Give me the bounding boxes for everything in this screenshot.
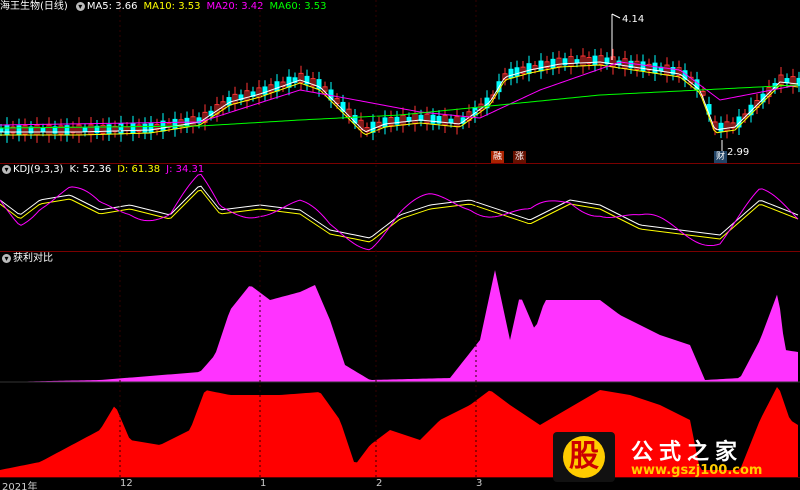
candle-body [172, 118, 178, 130]
candle-body [514, 67, 520, 77]
watermark-logo: 股 公式之家 www.gszj100.com [553, 432, 796, 482]
candle-body [142, 123, 148, 133]
candle-body [574, 59, 580, 64]
margin-tag[interactable]: 融 [491, 151, 505, 163]
candle-body [652, 62, 658, 74]
candle-body [550, 58, 556, 69]
chart-canvas[interactable] [0, 0, 800, 490]
candle-body [148, 123, 154, 133]
time-label: 3 [476, 478, 483, 489]
rise-tag[interactable]: 涨 [513, 151, 527, 163]
time-label: 2 [376, 478, 383, 489]
chart-window: { "header": { "stock_name": "海王生物(日线)", … [0, 0, 800, 490]
candle-body [40, 127, 46, 133]
candle-body [448, 118, 454, 124]
candle-body [16, 125, 22, 135]
time-label: 1 [260, 478, 267, 489]
candle-body [538, 60, 544, 72]
candle-body [274, 81, 280, 92]
candle-body [130, 123, 136, 134]
candle-body [106, 124, 112, 135]
low-price-label: 2.99 [727, 147, 750, 158]
candle-body [382, 117, 388, 128]
high-marker [611, 13, 621, 19]
candle-body [430, 114, 436, 124]
candle-body [718, 122, 724, 132]
logo-badge: 股 [553, 432, 615, 482]
high-price-label: 4.14 [622, 14, 645, 25]
candle-body [526, 63, 532, 74]
logo-text: 公式之家 [631, 440, 744, 465]
time-label: 12 [120, 478, 133, 489]
time-label: 2021年 [2, 482, 38, 490]
candle-body [82, 127, 88, 133]
candle-body [0, 128, 4, 132]
finance-tag[interactable]: 财 [714, 151, 728, 163]
candle-body [640, 61, 646, 72]
candle-body [286, 76, 292, 88]
candle-body [4, 124, 10, 136]
candle-body [370, 121, 376, 133]
candle-body [508, 68, 514, 79]
candle-body [592, 55, 598, 65]
logo-url: www.gszj100.com [631, 463, 763, 478]
